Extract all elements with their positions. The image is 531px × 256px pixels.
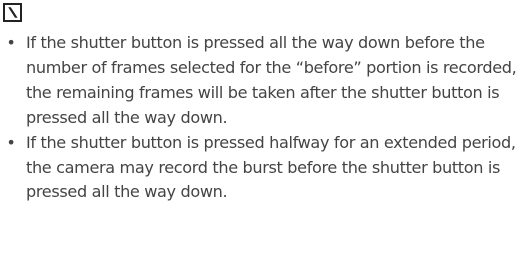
bullet-dot: • <box>6 132 16 152</box>
note-bullet-item: • If the shutter button is pressed all t… <box>3 31 527 131</box>
bullet-dot: • <box>6 33 16 52</box>
note-bullet-list: • If the shutter button is pressed all t… <box>3 31 527 205</box>
note-bullet-item: • If the shutter button is pressed halfw… <box>3 131 527 206</box>
note-icon <box>3 3 22 22</box>
note-bullet-text: If the shutter button is pressed all the… <box>26 33 517 127</box>
note-bullet-text: If the shutter button is pressed halfway… <box>26 132 516 202</box>
